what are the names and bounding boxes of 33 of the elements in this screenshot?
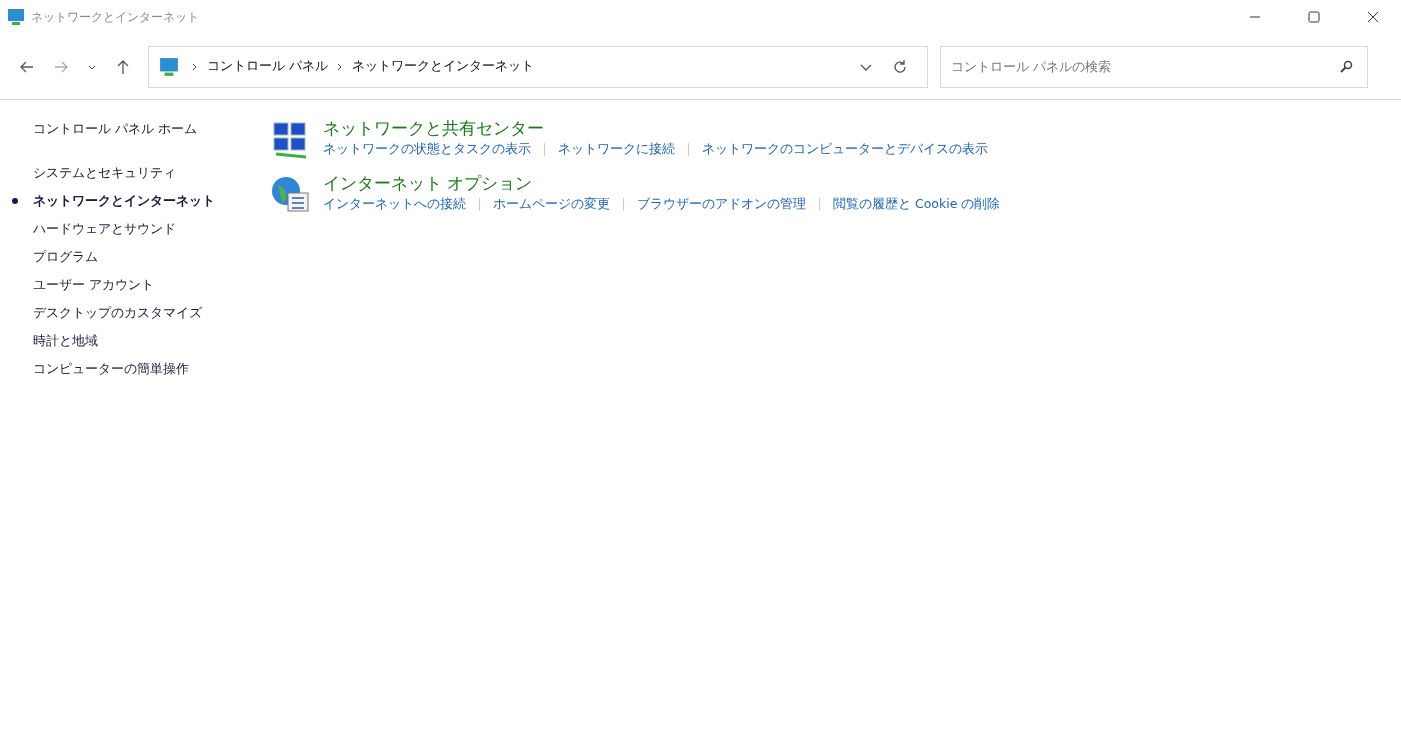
sidebar-item[interactable]: ハードウェアとサウンド bbox=[33, 220, 176, 238]
task-link[interactable]: ホームページの変更 bbox=[493, 196, 610, 213]
monitor-icon bbox=[7, 8, 25, 26]
task-link[interactable]: ネットワークの状態とタスクの表示 bbox=[323, 141, 531, 158]
window-title: ネットワークとインターネット bbox=[31, 8, 199, 26]
sidebar-item[interactable]: コンピューターの簡単操作 bbox=[33, 360, 189, 378]
breadcrumb[interactable]: ネットワークとインターネット bbox=[352, 58, 534, 75]
maximize-icon[interactable] bbox=[1308, 11, 1320, 23]
close-icon[interactable] bbox=[1367, 11, 1379, 23]
up-arrow-icon[interactable] bbox=[115, 58, 131, 75]
task-link[interactable]: ネットワークのコンピューターとデバイスの表示 bbox=[702, 141, 988, 158]
task-link[interactable]: 閲覧の履歴と Cookie の削除 bbox=[833, 196, 1001, 213]
category-title-link[interactable]: インターネット オプション bbox=[323, 170, 1001, 196]
category-title-link[interactable]: ネットワークと共有センター bbox=[323, 115, 988, 141]
breadcrumb[interactable]: コントロール パネル bbox=[207, 58, 328, 75]
address-bar[interactable]: コントロール パネル ネットワークとインターネット bbox=[148, 45, 928, 88]
search-field[interactable]: コントロール パネルの検索 bbox=[940, 45, 1368, 88]
refresh-icon[interactable] bbox=[892, 58, 908, 75]
chevron-icon bbox=[336, 62, 344, 71]
sidebar-item[interactable]: ネットワークとインターネット bbox=[33, 192, 215, 210]
task-link[interactable]: ネットワークに接続 bbox=[558, 141, 675, 158]
sidebar-item[interactable]: 時計と地域 bbox=[33, 332, 98, 350]
search-icon[interactable] bbox=[1338, 58, 1354, 75]
sidebar-item[interactable]: システムとセキュリティ bbox=[33, 164, 176, 182]
sidebar-item[interactable]: デスクトップのカスタマイズ bbox=[33, 304, 202, 322]
chevron-icon bbox=[191, 62, 199, 71]
control-panel-home-link[interactable]: コントロール パネル ホーム bbox=[33, 119, 237, 139]
sidebar-item[interactable]: プログラム bbox=[33, 248, 98, 266]
task-link[interactable]: ブラウザーのアドオンの管理 bbox=[637, 196, 806, 213]
globe-checklist-icon bbox=[270, 175, 310, 215]
monitor-icon bbox=[159, 56, 179, 77]
task-link[interactable]: インターネットへの接続 bbox=[323, 196, 466, 213]
sidebar-item[interactable]: ユーザー アカウント bbox=[33, 276, 154, 294]
